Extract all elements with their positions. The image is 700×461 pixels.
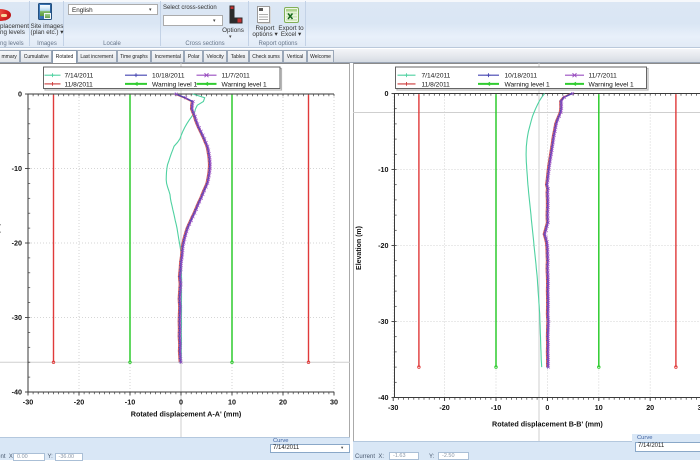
svg-text:Warning level 1: Warning level 1 bbox=[589, 81, 635, 88]
svg-text:Elevation (m): Elevation (m) bbox=[0, 223, 1, 267]
svg-text:11/8/2011: 11/8/2011 bbox=[422, 81, 451, 88]
svg-text:Warning level 1: Warning level 1 bbox=[152, 81, 198, 88]
svg-text:-20: -20 bbox=[439, 403, 449, 412]
svg-text:11/8/2011: 11/8/2011 bbox=[65, 81, 94, 88]
svg-text:0: 0 bbox=[545, 403, 549, 412]
svg-text:-20: -20 bbox=[74, 398, 84, 407]
svg-text:-20: -20 bbox=[12, 239, 22, 248]
svg-text:-30: -30 bbox=[378, 317, 388, 326]
svg-text:Warning level 1: Warning level 1 bbox=[505, 81, 551, 88]
svg-text:10: 10 bbox=[228, 398, 236, 407]
svg-text:-10: -10 bbox=[491, 403, 501, 412]
svg-text:-10: -10 bbox=[378, 165, 388, 174]
svg-text:7/14/2011: 7/14/2011 bbox=[422, 73, 451, 80]
svg-text:-30: -30 bbox=[12, 313, 22, 322]
svg-text:11/7/2011: 11/7/2011 bbox=[222, 73, 251, 80]
svg-text:-40: -40 bbox=[12, 388, 22, 397]
svg-text:-10: -10 bbox=[12, 164, 22, 173]
svg-text:-30: -30 bbox=[23, 398, 33, 407]
svg-text:Rotated displacement B-B' (mm): Rotated displacement B-B' (mm) bbox=[492, 420, 603, 429]
svg-text:30: 30 bbox=[330, 398, 338, 407]
svg-text:Elevation (m): Elevation (m) bbox=[356, 226, 363, 270]
svg-text:Rotated displacement A-A' (mm): Rotated displacement A-A' (mm) bbox=[131, 410, 242, 419]
svg-text:20: 20 bbox=[646, 403, 654, 412]
svg-text:-10: -10 bbox=[125, 398, 135, 407]
svg-text:7/14/2011: 7/14/2011 bbox=[65, 73, 94, 80]
svg-text:0: 0 bbox=[385, 89, 389, 98]
svg-text:0: 0 bbox=[18, 90, 22, 99]
svg-text:-40: -40 bbox=[378, 393, 388, 402]
svg-text:10/18/2011: 10/18/2011 bbox=[505, 73, 538, 80]
svg-text:10/18/2011: 10/18/2011 bbox=[152, 73, 185, 80]
svg-text:-20: -20 bbox=[378, 241, 388, 250]
svg-text:0: 0 bbox=[179, 398, 183, 407]
svg-text:-30: -30 bbox=[388, 403, 398, 412]
svg-text:10: 10 bbox=[595, 403, 603, 412]
svg-text:20: 20 bbox=[279, 398, 287, 407]
svg-text:Warning level 1: Warning level 1 bbox=[222, 81, 268, 88]
svg-text:11/7/2011: 11/7/2011 bbox=[589, 73, 618, 80]
